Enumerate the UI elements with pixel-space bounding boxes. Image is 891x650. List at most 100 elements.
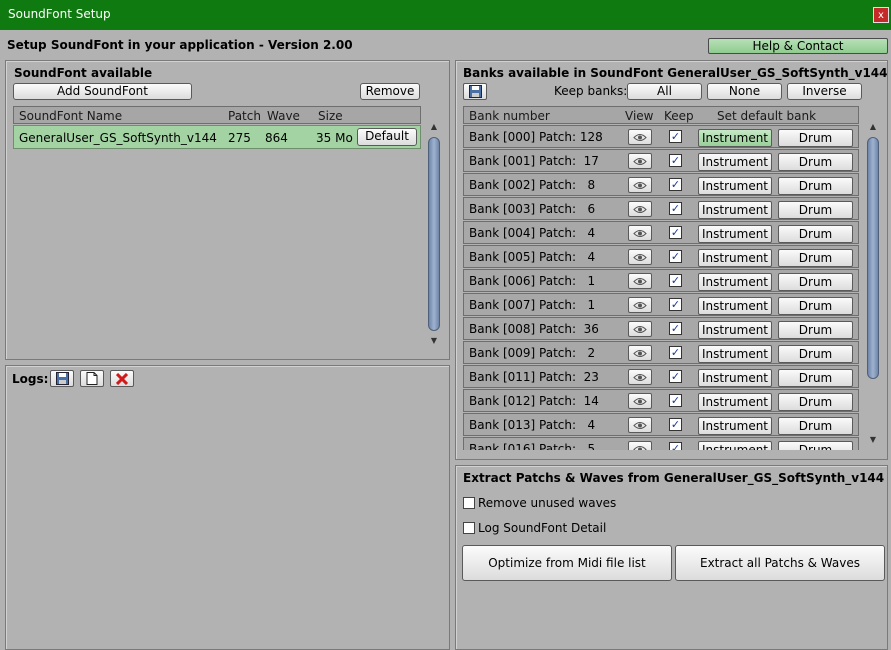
bank-row[interactable]: Bank [011] Patch: 23 ✓ Instrument Drum xyxy=(463,365,859,388)
keep-bank-checkbox[interactable]: ✓ xyxy=(669,442,682,450)
keep-none-button[interactable]: None xyxy=(707,83,782,100)
view-bank-button[interactable] xyxy=(628,273,652,289)
bank-label: Bank [007] Patch: 1 xyxy=(469,298,596,312)
eye-icon xyxy=(633,349,647,357)
keep-bank-checkbox[interactable]: ✓ xyxy=(669,322,682,335)
set-drum-bank-button[interactable]: Drum xyxy=(778,129,853,147)
set-instrument-bank-button[interactable]: Instrument xyxy=(698,249,772,267)
set-instrument-bank-button[interactable]: Instrument xyxy=(698,153,772,171)
set-instrument-bank-button[interactable]: Instrument xyxy=(698,273,772,291)
set-drum-bank-button[interactable]: Drum xyxy=(778,369,853,387)
keep-bank-checkbox[interactable]: ✓ xyxy=(669,298,682,311)
keep-all-button[interactable]: All xyxy=(627,83,702,100)
set-instrument-bank-button[interactable]: Instrument xyxy=(698,177,772,195)
bank-row[interactable]: Bank [007] Patch: 1 ✓ Instrument Drum xyxy=(463,293,859,316)
set-drum-bank-button[interactable]: Drum xyxy=(778,225,853,243)
set-instrument-bank-button[interactable]: Instrument xyxy=(698,417,772,435)
extract-all-button[interactable]: Extract all Patchs & Waves xyxy=(675,545,885,581)
bank-row[interactable]: Bank [004] Patch: 4 ✓ Instrument Drum xyxy=(463,221,859,244)
column-soundfont-name: SoundFont Name xyxy=(19,109,123,123)
set-drum-bank-button[interactable]: Drum xyxy=(778,393,853,411)
help-contact-button[interactable]: Help & Contact xyxy=(708,38,888,54)
set-drum-bank-button[interactable]: Drum xyxy=(778,321,853,339)
add-soundfont-button[interactable]: Add SoundFont xyxy=(13,83,192,100)
view-bank-button[interactable] xyxy=(628,369,652,385)
soundfont-row[interactable]: GeneralUser_GS_SoftSynth_v144 275 864 35… xyxy=(13,125,421,149)
view-bank-button[interactable] xyxy=(628,153,652,169)
keep-bank-checkbox[interactable]: ✓ xyxy=(669,394,682,407)
eye-icon xyxy=(633,445,647,450)
bank-row[interactable]: Bank [005] Patch: 4 ✓ Instrument Drum xyxy=(463,245,859,268)
scroll-down-icon[interactable]: ▼ xyxy=(428,336,440,346)
set-drum-bank-button[interactable]: Drum xyxy=(778,273,853,291)
bank-row[interactable]: Bank [002] Patch: 8 ✓ Instrument Drum xyxy=(463,173,859,196)
set-drum-bank-button[interactable]: Drum xyxy=(778,441,853,450)
keep-bank-checkbox[interactable]: ✓ xyxy=(669,226,682,239)
soundfont-scrollbar[interactable]: ▲ ▼ xyxy=(427,122,441,348)
set-instrument-bank-button[interactable]: Instrument xyxy=(698,201,772,219)
default-soundfont-button[interactable]: Default xyxy=(357,128,417,146)
set-drum-bank-button[interactable]: Drum xyxy=(778,345,853,363)
banks-scrollbar[interactable]: ▲ ▼ xyxy=(866,122,880,448)
keep-bank-checkbox[interactable]: ✓ xyxy=(669,130,682,143)
set-drum-bank-button[interactable]: Drum xyxy=(778,153,853,171)
set-drum-bank-button[interactable]: Drum xyxy=(778,201,853,219)
set-drum-bank-button[interactable]: Drum xyxy=(778,177,853,195)
optimize-from-midi-button[interactable]: Optimize from Midi file list xyxy=(462,545,672,581)
bank-row[interactable]: Bank [016] Patch: 5 ✓ Instrument Drum xyxy=(463,437,859,450)
set-drum-bank-button[interactable]: Drum xyxy=(778,249,853,267)
view-bank-button[interactable] xyxy=(628,393,652,409)
scroll-down-icon[interactable]: ▼ xyxy=(867,435,879,445)
bank-row[interactable]: Bank [000] Patch: 128 ✓ Instrument Drum xyxy=(463,125,859,148)
scroll-thumb[interactable] xyxy=(867,137,879,379)
keep-bank-checkbox[interactable]: ✓ xyxy=(669,274,682,287)
bank-row[interactable]: Bank [012] Patch: 14 ✓ Instrument Drum xyxy=(463,389,859,412)
bank-row[interactable]: Bank [013] Patch: 4 ✓ Instrument Drum xyxy=(463,413,859,436)
save-logs-button[interactable] xyxy=(50,370,74,387)
view-bank-button[interactable] xyxy=(628,177,652,193)
set-instrument-bank-button[interactable]: Instrument xyxy=(698,345,772,363)
set-instrument-bank-button[interactable]: Instrument xyxy=(698,297,772,315)
bank-row[interactable]: Bank [008] Patch: 36 ✓ Instrument Drum xyxy=(463,317,859,340)
view-bank-button[interactable] xyxy=(628,225,652,241)
view-bank-button[interactable] xyxy=(628,321,652,337)
set-instrument-bank-button[interactable]: Instrument xyxy=(698,369,772,387)
keep-bank-checkbox[interactable]: ✓ xyxy=(669,202,682,215)
view-bank-button[interactable] xyxy=(628,417,652,433)
keep-bank-checkbox[interactable]: ✓ xyxy=(669,178,682,191)
column-view: View xyxy=(625,109,654,123)
scroll-thumb[interactable] xyxy=(428,137,440,331)
close-button[interactable]: x xyxy=(873,7,889,23)
set-instrument-bank-button[interactable]: Instrument xyxy=(698,225,772,243)
keep-bank-checkbox[interactable]: ✓ xyxy=(669,370,682,383)
clear-logs-button[interactable] xyxy=(110,370,134,387)
keep-inverse-button[interactable]: Inverse xyxy=(787,83,862,100)
scroll-up-icon[interactable]: ▲ xyxy=(428,122,440,132)
view-bank-button[interactable] xyxy=(628,201,652,217)
keep-bank-checkbox[interactable]: ✓ xyxy=(669,418,682,431)
set-instrument-bank-button[interactable]: Instrument xyxy=(698,441,772,450)
set-instrument-bank-button[interactable]: Instrument xyxy=(698,129,772,147)
bank-row[interactable]: Bank [009] Patch: 2 ✓ Instrument Drum xyxy=(463,341,859,364)
set-drum-bank-button[interactable]: Drum xyxy=(778,417,853,435)
keep-bank-checkbox[interactable]: ✓ xyxy=(669,154,682,167)
new-logs-button[interactable] xyxy=(80,370,104,387)
view-bank-button[interactable] xyxy=(628,345,652,361)
remove-soundfont-button[interactable]: Remove xyxy=(360,83,420,100)
scroll-up-icon[interactable]: ▲ xyxy=(867,122,879,132)
save-banks-button[interactable] xyxy=(463,83,487,100)
bank-row[interactable]: Bank [001] Patch: 17 ✓ Instrument Drum xyxy=(463,149,859,172)
set-instrument-bank-button[interactable]: Instrument xyxy=(698,321,772,339)
set-drum-bank-button[interactable]: Drum xyxy=(778,297,853,315)
keep-bank-checkbox[interactable]: ✓ xyxy=(669,346,682,359)
view-bank-button[interactable] xyxy=(628,441,652,450)
view-bank-button[interactable] xyxy=(628,129,652,145)
bank-row[interactable]: Bank [003] Patch: 6 ✓ Instrument Drum xyxy=(463,197,859,220)
view-bank-button[interactable] xyxy=(628,249,652,265)
remove-unused-waves-checkbox[interactable] xyxy=(463,497,475,509)
view-bank-button[interactable] xyxy=(628,297,652,313)
bank-row[interactable]: Bank [006] Patch: 1 ✓ Instrument Drum xyxy=(463,269,859,292)
log-soundfont-detail-checkbox[interactable] xyxy=(463,522,475,534)
keep-bank-checkbox[interactable]: ✓ xyxy=(669,250,682,263)
set-instrument-bank-button[interactable]: Instrument xyxy=(698,393,772,411)
